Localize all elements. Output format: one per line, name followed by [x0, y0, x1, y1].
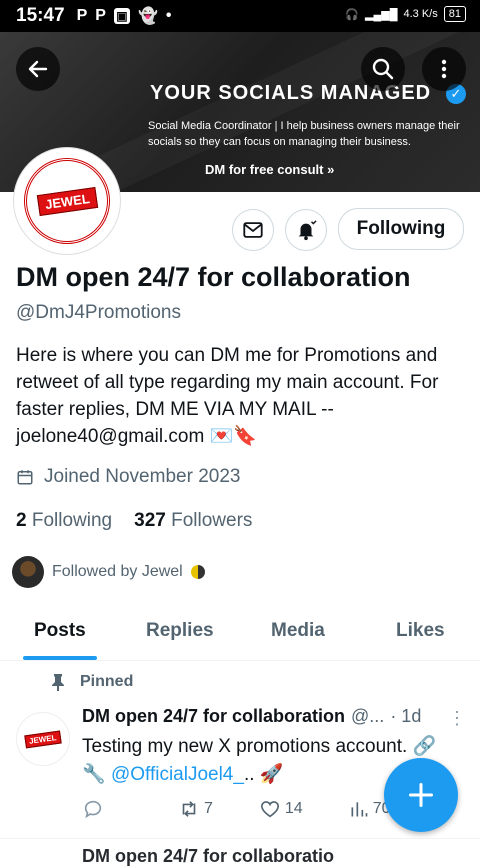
- joined-text: Joined November 2023: [44, 466, 241, 487]
- profile-handle: @DmJ4Promotions: [16, 302, 181, 323]
- tab-posts[interactable]: Posts: [34, 620, 86, 642]
- tweet-avatar-logo: JEWEL: [24, 730, 62, 748]
- snapchat-icon: 👻: [137, 8, 158, 25]
- search-button[interactable]: [361, 47, 405, 91]
- avatar-logo: JEWEL: [24, 158, 110, 244]
- tweet-link-suffix: .. 🚀: [243, 764, 284, 785]
- tweet-handle: @...: [351, 706, 385, 726]
- notifications-button[interactable]: [285, 209, 327, 251]
- tab-replies[interactable]: Replies: [146, 620, 214, 642]
- more-options-button[interactable]: [422, 47, 466, 91]
- search-icon: [372, 58, 394, 80]
- following-label: Following: [31, 510, 113, 531]
- profile-avatar[interactable]: JEWEL: [14, 148, 120, 254]
- mail-icon: [243, 222, 263, 238]
- retweet-icon: [182, 801, 196, 817]
- joined-date: Joined November 2023: [16, 466, 240, 488]
- active-tab-indicator: [23, 656, 97, 660]
- status-bar: 15:47 P P ▣ 👻 • 🎧 ▂▄▆█ 4.3 K/s 81: [0, 0, 480, 32]
- profile-bio: Here is where you can DM me for Promotio…: [16, 345, 439, 447]
- profile-tabs: Posts Replies Media Likes: [0, 604, 480, 661]
- followers-count: 327: [134, 510, 166, 531]
- message-button[interactable]: [232, 209, 274, 251]
- profile-name: DM open 24/7 for collaboration: [16, 262, 411, 292]
- follower-avatar: [12, 556, 44, 588]
- status-time: 15:47: [16, 5, 65, 26]
- following-stat[interactable]: 2 Following: [16, 510, 112, 532]
- bell-icon: [298, 220, 317, 241]
- avatar-logo-text: JEWEL: [36, 186, 98, 216]
- followed-by[interactable]: Followed by Jewel: [12, 556, 205, 588]
- like-button[interactable]: 14: [259, 798, 303, 820]
- back-arrow-icon: [28, 60, 48, 78]
- plus-icon: [408, 782, 434, 808]
- tweet-text-line: Testing my new X promotions account. 🔗: [82, 736, 437, 757]
- tweet-header: DM open 24/7 for collaboration @... · 1d: [82, 706, 442, 727]
- pin-icon: [52, 674, 64, 691]
- tweet-actions: 7 14 70: [82, 798, 412, 820]
- tweet-mention-link[interactable]: @OfficialJoel4_: [111, 764, 244, 785]
- like-count: 14: [284, 800, 303, 817]
- headphones-icon: 🎧: [345, 8, 359, 21]
- banner-subtitle: Social Media Coordinator | I help busine…: [148, 120, 460, 148]
- calendar-icon: [17, 470, 33, 485]
- following-count: 2: [16, 510, 27, 531]
- views-chart-icon: [351, 802, 368, 817]
- retweet-count: 7: [204, 800, 213, 817]
- status-right: 🎧 ▂▄▆█ 4.3 K/s 81: [345, 6, 466, 22]
- tab-media[interactable]: Media: [271, 620, 325, 642]
- tweet-avatar[interactable]: JEWEL: [16, 712, 70, 766]
- double-chevron-icon: »: [327, 162, 335, 177]
- battery-icon: 81: [443, 6, 466, 22]
- following-button[interactable]: Following: [338, 208, 464, 250]
- app-p-icon: P: [76, 7, 88, 24]
- reply-button[interactable]: [82, 798, 104, 820]
- tweet-author[interactable]: DM open 24/7 for collaboration: [82, 706, 345, 727]
- pinned-indicator: Pinned: [50, 673, 133, 691]
- heart-icon: [260, 801, 279, 818]
- tweet-more-icon[interactable]: ⋮: [448, 708, 466, 729]
- notification-icons: P P ▣ 👻 •: [77, 6, 172, 26]
- signal-icon: ▂▄▆█: [364, 8, 398, 21]
- tweet-divider: [0, 838, 480, 839]
- app-square-icon: ▣: [113, 8, 130, 24]
- compose-post-button[interactable]: [384, 758, 458, 832]
- followed-by-text: Followed by Jewel: [52, 563, 183, 580]
- reply-icon: [84, 800, 102, 819]
- tab-likes[interactable]: Likes: [396, 620, 445, 642]
- app-p-icon: P: [95, 7, 106, 24]
- net-speed: 4.3 K/s: [403, 8, 438, 20]
- next-tweet-author[interactable]: DM open 24/7 for collaboratio: [82, 846, 334, 867]
- tweet-time: · 1d: [390, 706, 422, 726]
- followers-stat[interactable]: 327 Followers: [134, 510, 252, 532]
- back-button[interactable]: [16, 47, 60, 91]
- followers-label: Followers: [171, 510, 253, 531]
- tweet-link-prefix: 🔧: [82, 764, 111, 785]
- dot-icon: •: [165, 7, 172, 24]
- banner-cta-text: DM for free consult: [205, 162, 324, 177]
- follow-stats: 2 Following 327 Followers: [16, 510, 252, 532]
- banner-cta: DM for free consult »: [205, 162, 334, 177]
- half-moon-icon: [190, 565, 205, 579]
- pinned-label: Pinned: [80, 673, 134, 690]
- more-vertical-icon: [441, 59, 447, 79]
- retweet-button[interactable]: 7: [178, 798, 213, 820]
